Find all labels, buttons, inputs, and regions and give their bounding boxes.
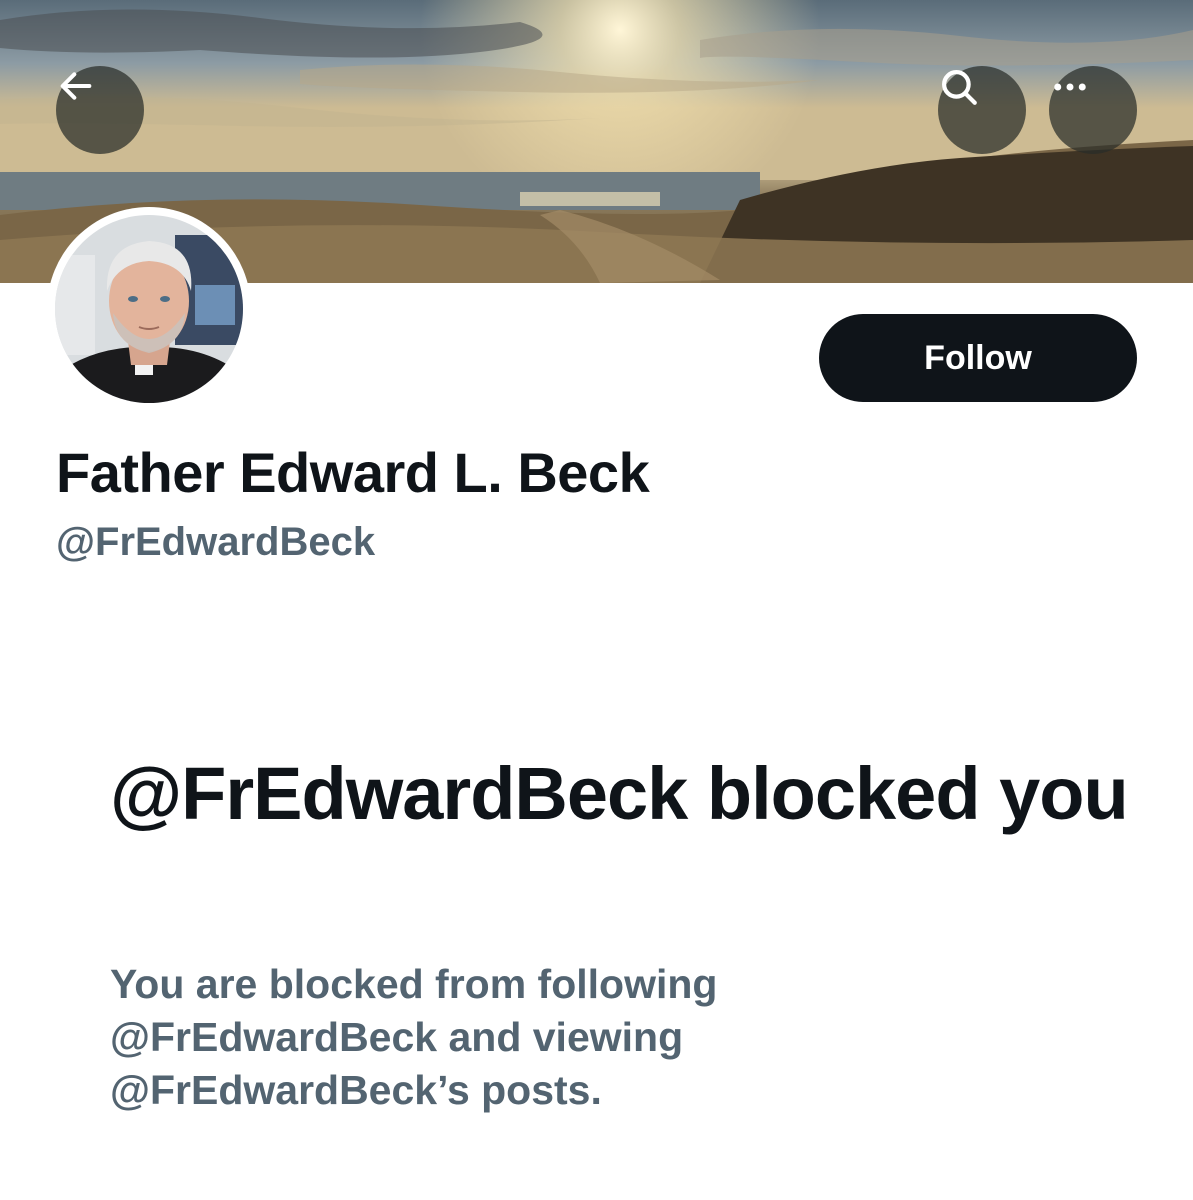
search-icon xyxy=(942,70,977,105)
follow-button[interactable]: Follow xyxy=(819,314,1137,402)
blocked-title: @FrEdwardBeck blocked you xyxy=(110,752,1129,835)
profile-handle: @FrEdwardBeck xyxy=(56,520,376,564)
avatar-photo xyxy=(55,215,243,403)
display-name: Father Edward L. Beck xyxy=(56,441,650,504)
more-button[interactable] xyxy=(1049,66,1137,154)
arrow-left-icon xyxy=(60,72,92,100)
blocked-description: You are blocked from following @FrEdward… xyxy=(110,961,718,1113)
more-horizontal-icon xyxy=(1054,83,1086,91)
avatar[interactable] xyxy=(47,207,251,411)
back-button[interactable] xyxy=(56,66,144,154)
search-button[interactable] xyxy=(938,66,1026,154)
